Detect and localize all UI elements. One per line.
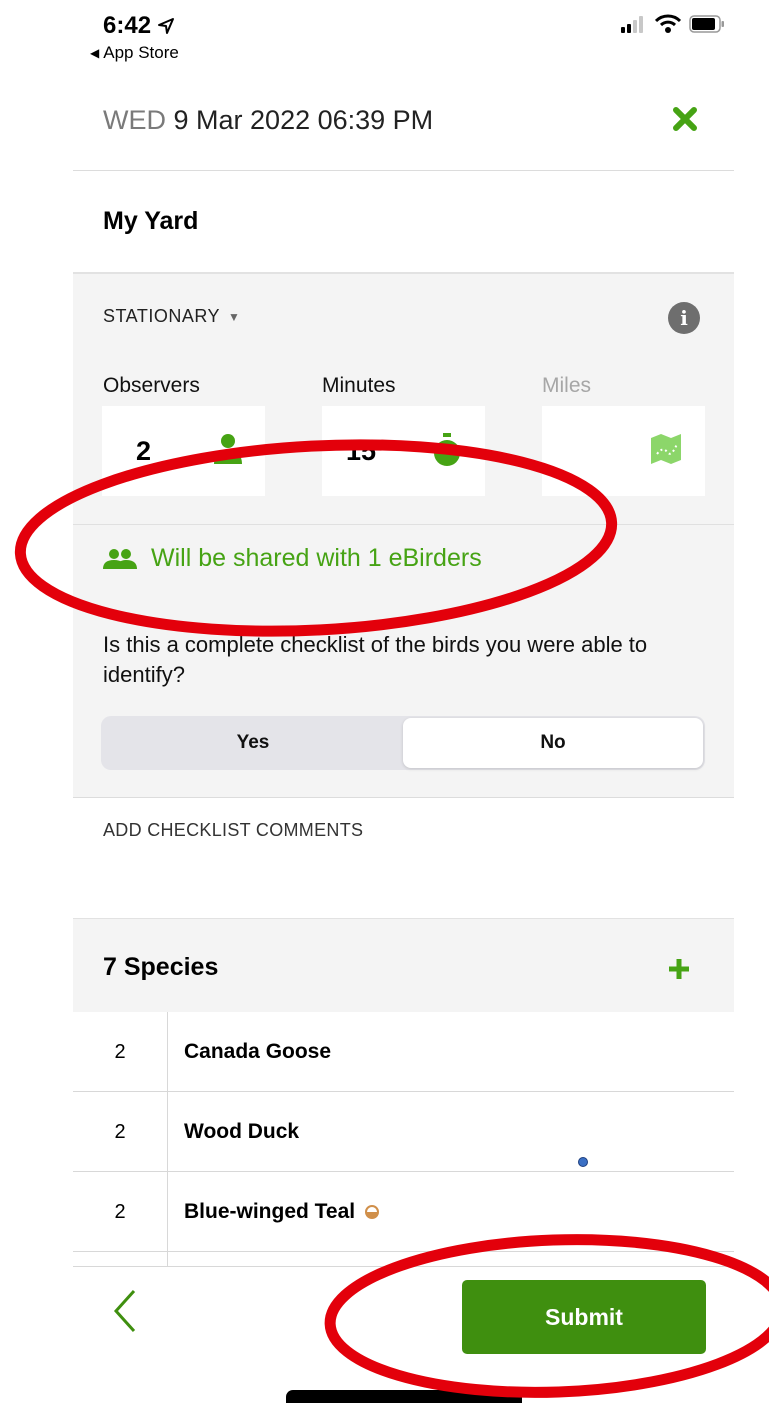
species-name-text: Canada Goose <box>184 1040 332 1063</box>
blue-dot <box>578 1157 588 1167</box>
species-row[interactable]: 2 Wood Duck <box>73 1092 734 1172</box>
wifi-icon <box>655 14 681 33</box>
minutes-value: 15 <box>346 436 377 466</box>
panel-bottom-divider <box>73 797 734 798</box>
miles-field[interactable] <box>542 406 705 496</box>
species-name: Blue-winged Teal <box>184 1172 380 1252</box>
add-species-icon[interactable] <box>666 956 692 982</box>
back-chevron-icon[interactable] <box>110 1287 140 1335</box>
half-circle-icon <box>365 1205 380 1219</box>
caret-down-icon: ▼ <box>228 309 241 324</box>
share-text: Will be shared with 1 eBirders <box>151 544 482 572</box>
species-count-cell[interactable]: 2 <box>73 1092 168 1172</box>
date-time: 9 Mar 2022 06:39 PM <box>173 105 434 135</box>
location-arrow-icon <box>158 18 175 34</box>
back-triangle-icon: ◀ <box>90 46 100 60</box>
close-icon <box>673 107 697 131</box>
species-count-cell[interactable]: 2 <box>73 1012 168 1092</box>
panel-divider <box>73 524 734 525</box>
stopwatch-icon <box>434 433 460 466</box>
species-name-text: Blue-winged Teal <box>184 1200 356 1223</box>
checklist-date[interactable]: WED 9 Mar 2022 06:39 PM <box>103 105 433 136</box>
header-divider <box>73 170 734 171</box>
back-to-app-store-label: App Store <box>103 43 179 62</box>
submit-button[interactable]: Submit <box>462 1280 706 1354</box>
observers-value: 2 <box>136 436 152 466</box>
species-name-text: Wood Duck <box>184 1120 300 1143</box>
location-name[interactable]: My Yard <box>103 207 198 236</box>
map-icon <box>651 434 681 464</box>
complete-checklist-question: Is this a complete checklist of the bird… <box>103 632 648 687</box>
protocol-label: STATIONARY <box>103 306 221 326</box>
share-info[interactable]: Will be shared with 1 eBirders <box>103 544 482 573</box>
minutes-field[interactable]: 15 <box>322 406 485 496</box>
species-name: Canada Goose <box>184 1012 331 1092</box>
minutes-label: Minutes <box>322 374 396 397</box>
species-name: Wood Duck <box>184 1092 299 1172</box>
add-comments[interactable]: ADD CHECKLIST COMMENTS <box>103 820 363 841</box>
species-row[interactable]: 2 Canada Goose <box>73 1012 734 1092</box>
battery-icon <box>689 15 724 33</box>
person-icon <box>214 434 242 464</box>
group-icon <box>103 548 137 569</box>
status-time-text: 6:42 <box>103 12 152 39</box>
species-count: 7 Species <box>103 953 219 981</box>
miles-label: Miles <box>542 374 592 397</box>
protocol-selector[interactable]: STATIONARY ▼ <box>103 306 240 327</box>
back-to-app-store[interactable]: ◀ App Store <box>90 43 179 63</box>
status-time: 6:42 <box>103 12 175 40</box>
observers-label: Observers <box>103 374 200 397</box>
option-no[interactable]: No <box>403 718 703 768</box>
home-indicator <box>286 1390 522 1403</box>
close-button[interactable] <box>668 102 702 136</box>
observers-field[interactable]: 2 <box>102 406 265 496</box>
species-row[interactable]: 2 Blue-winged Teal <box>73 1172 734 1252</box>
day-of-week: WED <box>103 105 166 135</box>
complete-checklist-toggle[interactable]: Yes No <box>101 716 705 770</box>
option-yes[interactable]: Yes <box>103 718 403 768</box>
info-icon[interactable]: i <box>668 302 700 334</box>
status-icons <box>621 14 725 34</box>
signal-icon <box>621 16 643 33</box>
species-count-cell[interactable]: 2 <box>73 1172 168 1252</box>
